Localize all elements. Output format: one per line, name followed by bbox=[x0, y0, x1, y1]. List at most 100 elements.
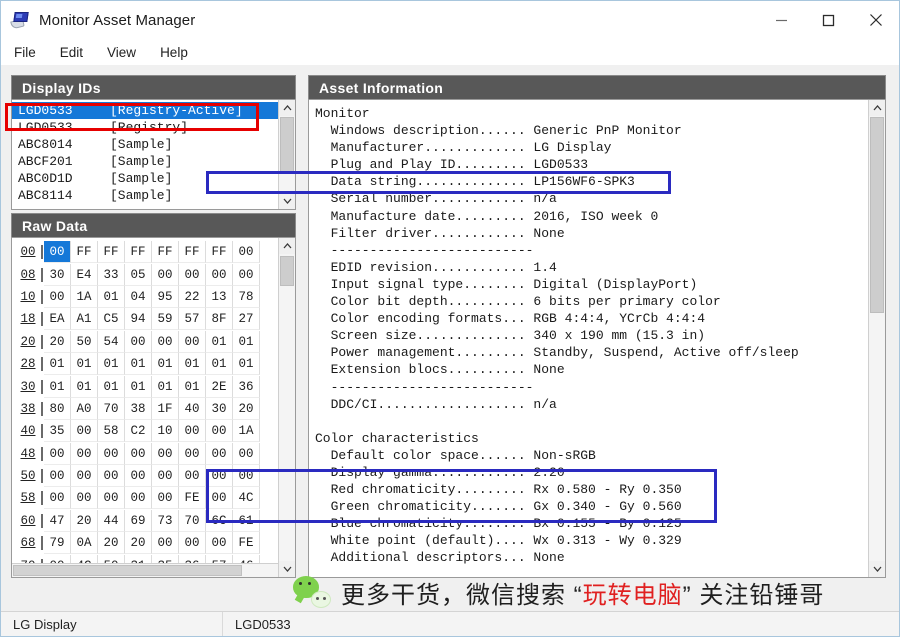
display-id-row[interactable]: LGD0533 [Registry-Active] bbox=[12, 102, 278, 119]
hex-cell[interactable]: 10 bbox=[152, 420, 179, 443]
hex-cell[interactable]: 00 bbox=[44, 487, 71, 510]
hex-cell[interactable]: 01 bbox=[44, 353, 71, 376]
display-id-row[interactable]: ABCF201 [Sample] bbox=[12, 153, 278, 170]
hex-cell[interactable]: 44 bbox=[98, 509, 125, 532]
hex-cell[interactable]: 40 bbox=[179, 397, 206, 420]
hex-cell[interactable]: 58 bbox=[98, 420, 125, 443]
scroll-down-icon[interactable] bbox=[279, 193, 295, 209]
hex-cell[interactable]: 01 bbox=[233, 330, 260, 353]
hex-cell[interactable]: FF bbox=[125, 241, 152, 264]
hex-cell[interactable]: 00 bbox=[179, 263, 206, 286]
hex-cell[interactable]: 00 bbox=[179, 442, 206, 465]
hex-cell[interactable]: 00 bbox=[71, 487, 98, 510]
hex-cell[interactable]: FF bbox=[206, 241, 233, 264]
hex-cell[interactable]: FE bbox=[179, 487, 206, 510]
close-icon[interactable] bbox=[852, 1, 899, 39]
hex-cell[interactable]: 01 bbox=[179, 353, 206, 376]
hex-cell[interactable]: A1 bbox=[71, 308, 98, 331]
hex-cell[interactable]: 20 bbox=[98, 532, 125, 555]
hex-cell[interactable]: 54 bbox=[98, 330, 125, 353]
hex-cell[interactable]: A0 bbox=[71, 397, 98, 420]
hex-cell[interactable]: 00 bbox=[125, 330, 152, 353]
hex-cell[interactable]: 05 bbox=[125, 263, 152, 286]
scroll-thumb[interactable] bbox=[870, 117, 884, 313]
hex-cell[interactable]: 94 bbox=[125, 308, 152, 331]
hex-cell[interactable]: 00 bbox=[152, 532, 179, 555]
hex-cell[interactable]: 00 bbox=[233, 465, 260, 488]
hex-cell[interactable]: 80 bbox=[44, 397, 71, 420]
hex-cell[interactable]: 36 bbox=[44, 577, 71, 578]
hex-cell[interactable]: 73 bbox=[152, 509, 179, 532]
hex-cell[interactable]: 27 bbox=[233, 308, 260, 331]
asset-information-scrollbar[interactable] bbox=[868, 100, 885, 577]
hex-cell[interactable]: 4C bbox=[233, 487, 260, 510]
hex-cell[interactable]: 20 bbox=[125, 532, 152, 555]
hex-cell[interactable]: E4 bbox=[71, 263, 98, 286]
hex-cell[interactable]: C2 bbox=[125, 420, 152, 443]
hex-cell[interactable]: 00 bbox=[206, 442, 233, 465]
hex-cell[interactable]: 00 bbox=[206, 465, 233, 488]
scroll-up-icon[interactable] bbox=[869, 100, 885, 116]
hex-cell[interactable]: 20 bbox=[71, 509, 98, 532]
hex-cell[interactable]: 50 bbox=[71, 330, 98, 353]
hex-cell[interactable]: 00 bbox=[206, 263, 233, 286]
hex-cell[interactable]: 13 bbox=[206, 285, 233, 308]
hex-cell[interactable]: 47 bbox=[44, 509, 71, 532]
hex-cell[interactable]: 00 bbox=[44, 241, 71, 264]
hex-cell[interactable]: 00 bbox=[44, 442, 71, 465]
scroll-thumb-horizontal[interactable] bbox=[13, 565, 242, 576]
hex-cell[interactable]: 00 bbox=[44, 285, 71, 308]
hex-cell[interactable]: 00 bbox=[179, 532, 206, 555]
hex-cell[interactable]: 00 bbox=[206, 487, 233, 510]
hex-cell[interactable]: 01 bbox=[125, 353, 152, 376]
display-id-row[interactable]: LGD0533 [Registry] bbox=[12, 119, 278, 136]
hex-cell[interactable]: 01 bbox=[206, 353, 233, 376]
hex-cell[interactable]: 00 bbox=[179, 465, 206, 488]
hex-cell[interactable]: 95 bbox=[152, 285, 179, 308]
maximize-icon[interactable] bbox=[805, 1, 852, 39]
hex-cell[interactable]: FF bbox=[98, 241, 125, 264]
hex-cell[interactable]: 57 bbox=[179, 308, 206, 331]
hex-cell[interactable]: 78 bbox=[233, 285, 260, 308]
hex-cell[interactable]: 2D bbox=[71, 577, 98, 578]
hex-cell[interactable]: 01 bbox=[179, 375, 206, 398]
hex-cell[interactable]: 01 bbox=[71, 375, 98, 398]
display-id-row[interactable]: ABC8114 [Sample] bbox=[12, 187, 278, 204]
hex-cell[interactable]: 01 bbox=[71, 353, 98, 376]
hex-cell[interactable]: 69 bbox=[125, 509, 152, 532]
hex-cell[interactable]: 79 bbox=[44, 532, 71, 555]
hex-cell[interactable]: 00 bbox=[152, 465, 179, 488]
hex-cell[interactable]: 01 bbox=[125, 375, 152, 398]
scroll-thumb[interactable] bbox=[280, 117, 294, 173]
hex-cell[interactable]: 50 bbox=[125, 577, 152, 578]
hex-cell[interactable]: 1A bbox=[71, 285, 98, 308]
display-ids-list[interactable]: LGD0533 [Registry-Active] LGD0533 [Registry… bbox=[12, 100, 278, 209]
hex-cell[interactable]: 33 bbox=[179, 577, 206, 578]
hex-cell[interactable]: 2E bbox=[206, 375, 233, 398]
raw-data-hscrollbar[interactable] bbox=[12, 563, 278, 577]
hex-cell[interactable]: 01 bbox=[98, 285, 125, 308]
hex-cell[interactable]: FF bbox=[71, 241, 98, 264]
hex-cell[interactable]: 00 bbox=[98, 465, 125, 488]
hex-cell[interactable]: 01 bbox=[152, 353, 179, 376]
hex-cell[interactable]: 00 bbox=[98, 442, 125, 465]
hex-cell[interactable]: 00 bbox=[179, 420, 206, 443]
hex-cell[interactable]: EA bbox=[44, 308, 71, 331]
hex-cell[interactable]: 4B bbox=[152, 577, 179, 578]
hex-cell[interactable]: FF bbox=[179, 241, 206, 264]
hex-cell[interactable]: 01 bbox=[44, 375, 71, 398]
hex-cell[interactable]: 01 bbox=[233, 353, 260, 376]
menu-item-file[interactable]: File bbox=[11, 43, 47, 62]
hex-cell[interactable]: FF bbox=[152, 241, 179, 264]
hex-cell[interactable]: 1F bbox=[152, 397, 179, 420]
hex-cell[interactable]: 20 bbox=[44, 330, 71, 353]
display-id-row[interactable]: ABC0D1D [Sample] bbox=[12, 170, 278, 187]
scroll-up-icon[interactable] bbox=[279, 238, 295, 254]
hex-cell[interactable]: 00 bbox=[233, 442, 260, 465]
hex-cell[interactable]: 22 bbox=[179, 285, 206, 308]
hex-cell[interactable]: 00 bbox=[71, 465, 98, 488]
hex-cell[interactable]: 70 bbox=[179, 509, 206, 532]
hex-cell[interactable]: 35 bbox=[44, 420, 71, 443]
hex-cell[interactable]: 6C bbox=[206, 509, 233, 532]
hex-cell[interactable]: 00 bbox=[125, 487, 152, 510]
